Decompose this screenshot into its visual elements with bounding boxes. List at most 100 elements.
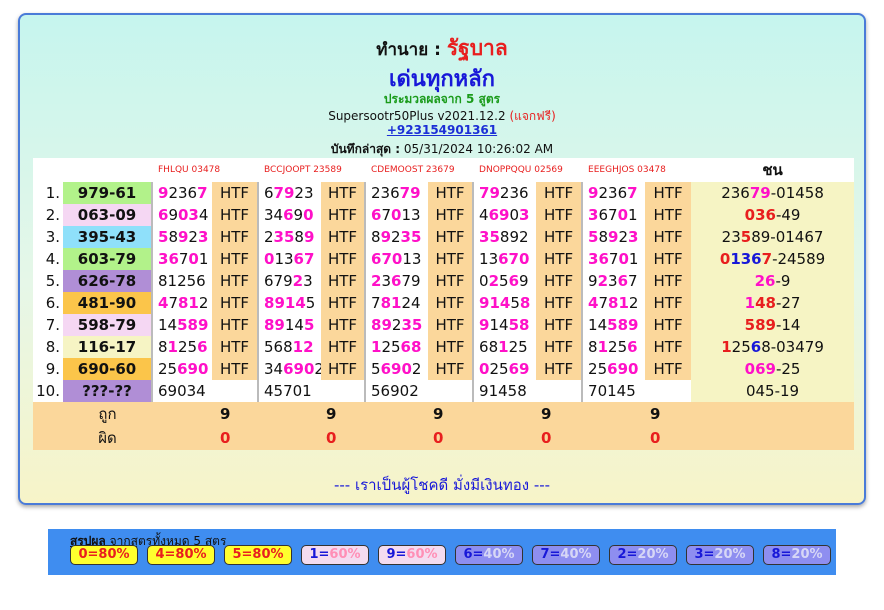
- digit-group: 3: [197, 228, 209, 246]
- wrong-row: ผิด 0 0 0 0 0: [33, 426, 855, 450]
- digit-group: 91458: [479, 382, 527, 400]
- formula-number: 56812: [257, 336, 321, 358]
- digit-group: -25: [775, 360, 801, 378]
- chip-equals: =: [395, 547, 407, 562]
- chip-equals: =: [549, 547, 561, 562]
- chip-percent: 40%: [483, 547, 515, 562]
- summary-chip: 8=20%: [763, 545, 831, 565]
- htf-cell: [212, 380, 258, 402]
- formula-number: 346902: [257, 358, 321, 380]
- digit-group: 0: [303, 360, 315, 378]
- digit-group: 0: [264, 250, 275, 268]
- digit-group: 25: [588, 360, 608, 378]
- formula-number: 78124: [364, 292, 429, 314]
- formula-number: 92367: [581, 182, 646, 204]
- htf-cell: HTF: [536, 182, 583, 204]
- chon-cell: 23589-01467: [691, 226, 855, 248]
- formula-number: 23589: [257, 226, 321, 248]
- digit-group: 6: [617, 272, 629, 290]
- digit-group: 6: [391, 272, 402, 290]
- digit-group: 3: [381, 272, 391, 290]
- digit-group: 6: [371, 206, 382, 224]
- table-row: 9.690-6025690HTF346902HTF56902HTF02569HT…: [33, 358, 855, 380]
- row-label: 116-17: [63, 336, 152, 358]
- digit-group: 3: [588, 250, 599, 268]
- digit-group: 2: [519, 228, 529, 246]
- digit-group: 9: [168, 206, 178, 224]
- digit-group: 9: [519, 272, 529, 290]
- row-index: 10.: [36, 382, 60, 400]
- digit-group: 35: [479, 228, 500, 246]
- digit-group: 7: [628, 272, 638, 290]
- digit-group: 5: [510, 294, 520, 312]
- digit-group: 1: [198, 250, 209, 268]
- digit-group: 589: [744, 316, 776, 334]
- htf-cell: HTF: [536, 248, 583, 270]
- digit-group: -14: [775, 316, 801, 334]
- digit-group: 8: [294, 228, 304, 246]
- digit-group: 0: [401, 360, 412, 378]
- digit-group: 2: [618, 228, 629, 246]
- formula-number: 14589: [581, 314, 646, 336]
- last-saved: บันทึกล่าสุด : 05/31/2024 10:26:02 AM: [330, 142, 554, 156]
- digit-group: 9: [303, 228, 315, 246]
- digit-group: 69: [283, 360, 304, 378]
- formula-number: 58923: [151, 226, 212, 248]
- htf-cell: HTF: [536, 204, 583, 226]
- digit-group: 12: [167, 272, 187, 290]
- row-label: ???-??: [63, 380, 152, 402]
- htf-cell: HTF: [645, 292, 692, 314]
- digit-group: 1: [371, 338, 382, 356]
- chip-equals: =: [703, 547, 715, 562]
- formula-number: 89235: [364, 226, 429, 248]
- table-row: 1. 979-61 92367 HTF 67923 HTF 23679 HTF 79236 HTF…: [33, 182, 855, 204]
- htf-cell: HTF: [321, 358, 366, 380]
- formula-number: 67923: [257, 270, 321, 292]
- digit-group: 1: [628, 250, 639, 268]
- summary-chip: 2=20%: [609, 545, 677, 565]
- prediction-table: FHLQU 03478 BCCJOOPT 23589 CDEMOOST 23679 D…: [33, 158, 855, 450]
- correct-count: 9: [152, 402, 258, 426]
- correct-count: 9: [473, 402, 583, 426]
- chip-percent: 20%: [791, 547, 823, 562]
- summary-chip: 7=40%: [532, 545, 600, 565]
- digit-group: 5: [371, 360, 381, 378]
- digit-group: 236: [499, 184, 529, 202]
- summary-chip: 0=80%: [70, 545, 138, 565]
- digit-group: 8: [519, 294, 531, 312]
- htf-cell: HTF: [645, 248, 692, 270]
- htf-cell: HTF: [428, 270, 474, 292]
- digit-group: 35: [401, 316, 423, 334]
- chip-equals: =: [87, 547, 99, 562]
- summary-bar: สรุปผล จากสูตรทั้งหมด 5 สูตร 0=80% 4=80% 5…: [48, 529, 836, 575]
- formula-number: 89145: [257, 314, 321, 336]
- digit-group: 9: [380, 228, 391, 246]
- digit-group: 7: [371, 294, 381, 312]
- free-note: (แจกฟรี): [509, 109, 556, 123]
- digit-group: 6: [627, 338, 638, 356]
- row-index: 2.: [45, 206, 60, 224]
- digit-group: 7: [168, 294, 178, 312]
- htf-cell: HTF: [645, 336, 692, 358]
- chip-digit: 1: [309, 547, 319, 562]
- digit-group: 8: [168, 228, 178, 246]
- chip-digit: 0: [78, 547, 88, 562]
- digit-group: 0: [719, 250, 731, 268]
- digit-group: 56: [186, 272, 206, 290]
- summary-chip: 1=60%: [301, 545, 369, 565]
- digit-group: 23: [721, 228, 741, 246]
- digit-group: 8: [264, 294, 275, 312]
- phone-link[interactable]: +923154901361: [20, 123, 864, 137]
- chon-cell: 148-27: [691, 292, 855, 314]
- digit-group: 3: [519, 206, 530, 224]
- formula-number: 89235: [364, 314, 429, 336]
- digit-group: 8: [177, 294, 189, 312]
- formula-number: 36701: [581, 204, 646, 226]
- digit-group: 35: [400, 228, 422, 246]
- formula-number: 13670: [472, 248, 537, 270]
- htf-cell: HTF: [321, 226, 366, 248]
- digit-group: 67: [598, 206, 618, 224]
- digit-group: 0: [479, 360, 490, 378]
- formula-number: 46903: [472, 204, 537, 226]
- chon-cell: 036-49: [691, 204, 855, 226]
